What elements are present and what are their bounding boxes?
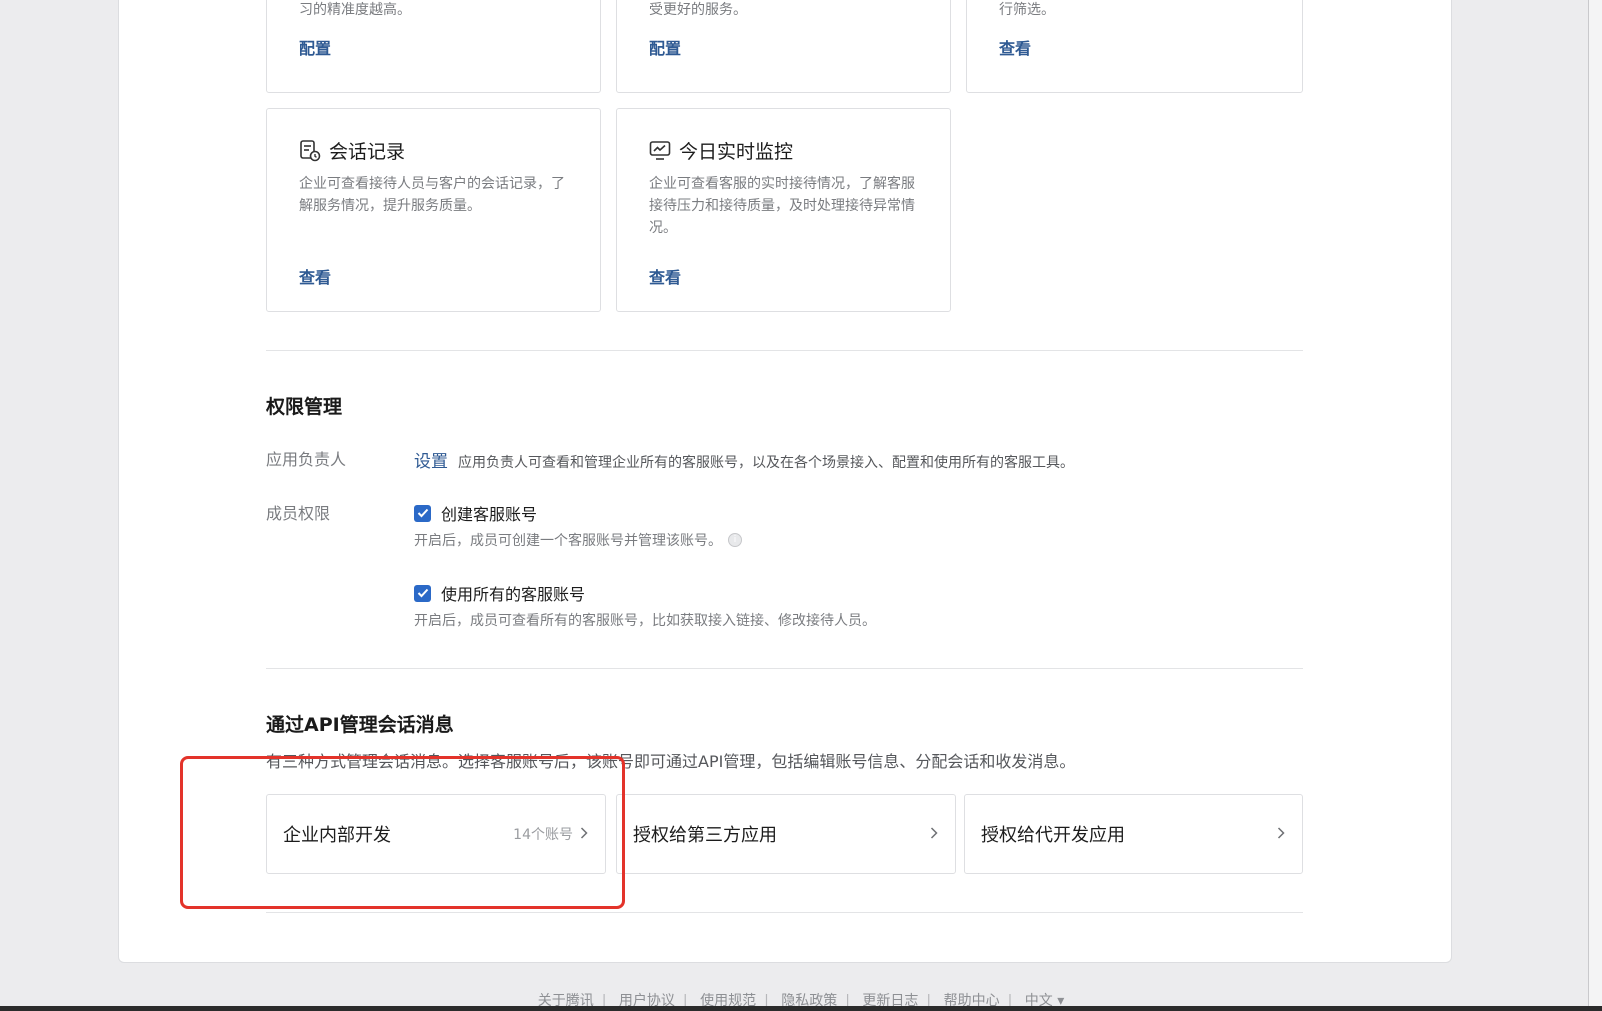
- tool-card-desc: 习的精准度越高。: [299, 2, 411, 18]
- divider: [266, 912, 1303, 913]
- permissions-title: 权限管理: [266, 396, 343, 418]
- card-title: 会话记录: [329, 141, 406, 163]
- api-card-name: 企业内部开发: [283, 825, 391, 846]
- monitor-icon: [649, 140, 671, 162]
- api-card-internal-dev[interactable]: 企业内部开发 14个账号: [266, 794, 606, 874]
- tool-card-top-3: 行筛选。 查看: [966, 0, 1303, 93]
- api-section-title: 通过API管理会话消息: [266, 714, 454, 736]
- tool-card-chat-records: 会话记录 企业可查看接待人员与客户的会话记录，了解服务情况，提升服务质量。 查看: [266, 108, 601, 312]
- checkbox-label: 创建客服账号: [441, 505, 538, 524]
- owner-settings-link[interactable]: 设置: [414, 447, 448, 472]
- api-card-name: 授权给第三方应用: [633, 825, 777, 846]
- api-card-delegated-dev[interactable]: 授权给代开发应用: [964, 794, 1303, 874]
- use-all-accounts-option[interactable]: 使用所有的客服账号: [414, 581, 585, 605]
- card-title-row: 今日实时监控: [649, 137, 793, 164]
- create-account-checkbox[interactable]: [414, 504, 431, 522]
- tool-card-top-1: 习的精准度越高。 配置: [266, 0, 601, 93]
- checkbox-label: 使用所有的客服账号: [441, 585, 586, 604]
- config-link[interactable]: 配置: [649, 35, 681, 59]
- account-count: 14个账号: [513, 827, 573, 843]
- card-desc: 企业可查看接待人员与客户的会话记录，了解服务情况，提升服务质量。: [299, 176, 565, 214]
- window-edge: [1588, 0, 1602, 1011]
- tool-card-desc: 受更好的服务。: [649, 2, 747, 18]
- owner-note: 应用负责人可查看和管理企业所有的客服账号，以及在各个场景接入、配置和使用所有的客…: [458, 455, 1074, 471]
- card-title: 今日实时监控: [679, 141, 794, 163]
- member-permission-label: 成员权限: [266, 504, 331, 523]
- chat-record-icon: [299, 139, 321, 162]
- card-title-row: 会话记录: [299, 137, 405, 164]
- chevron-right-icon: [1276, 825, 1286, 844]
- tool-card-realtime-monitor: 今日实时监控 企业可查看客服的实时接待情况，了解客服接待压力和接待质量，及时处理…: [616, 108, 951, 312]
- use-all-accounts-hint: 开启后，成员可查看所有的客服账号，比如获取接入链接、修改接待人员。: [414, 613, 876, 629]
- info-icon[interactable]: i: [728, 533, 742, 547]
- tool-card-top-2: 受更好的服务。 配置: [616, 0, 951, 93]
- chevron-right-icon: [929, 825, 939, 844]
- window-bottom-edge: [0, 1006, 1602, 1011]
- use-all-accounts-checkbox[interactable]: [414, 584, 431, 602]
- chevron-right-icon: [579, 825, 589, 844]
- config-link[interactable]: 配置: [299, 35, 331, 59]
- api-section-desc: 有三种方式管理会话消息。选择客服账号后，该账号即可通过API管理，包括编辑账号信…: [266, 752, 1076, 771]
- owner-label: 应用负责人: [266, 450, 347, 469]
- view-chat-records-link[interactable]: 查看: [299, 264, 331, 288]
- api-card-third-party[interactable]: 授权给第三方应用: [616, 794, 956, 874]
- divider: [266, 350, 1303, 351]
- tool-card-desc: 行筛选。: [999, 2, 1055, 18]
- card-desc: 企业可查看客服的实时接待情况，了解客服接待压力和接待质量，及时处理接待异常情况。: [649, 176, 915, 236]
- hint-text: 开启后，成员可创建一个客服账号并管理该账号。: [414, 533, 722, 549]
- api-card-name: 授权给代开发应用: [981, 825, 1125, 846]
- view-monitor-link[interactable]: 查看: [649, 264, 681, 288]
- view-link[interactable]: 查看: [999, 35, 1031, 59]
- owner-row: 设置 应用负责人可查看和管理企业所有的客服账号，以及在各个场景接入、配置和使用所…: [414, 447, 1074, 472]
- create-account-option[interactable]: 创建客服账号: [414, 501, 537, 525]
- create-account-hint: 开启后，成员可创建一个客服账号并管理该账号。 i: [414, 530, 742, 550]
- divider: [266, 668, 1303, 669]
